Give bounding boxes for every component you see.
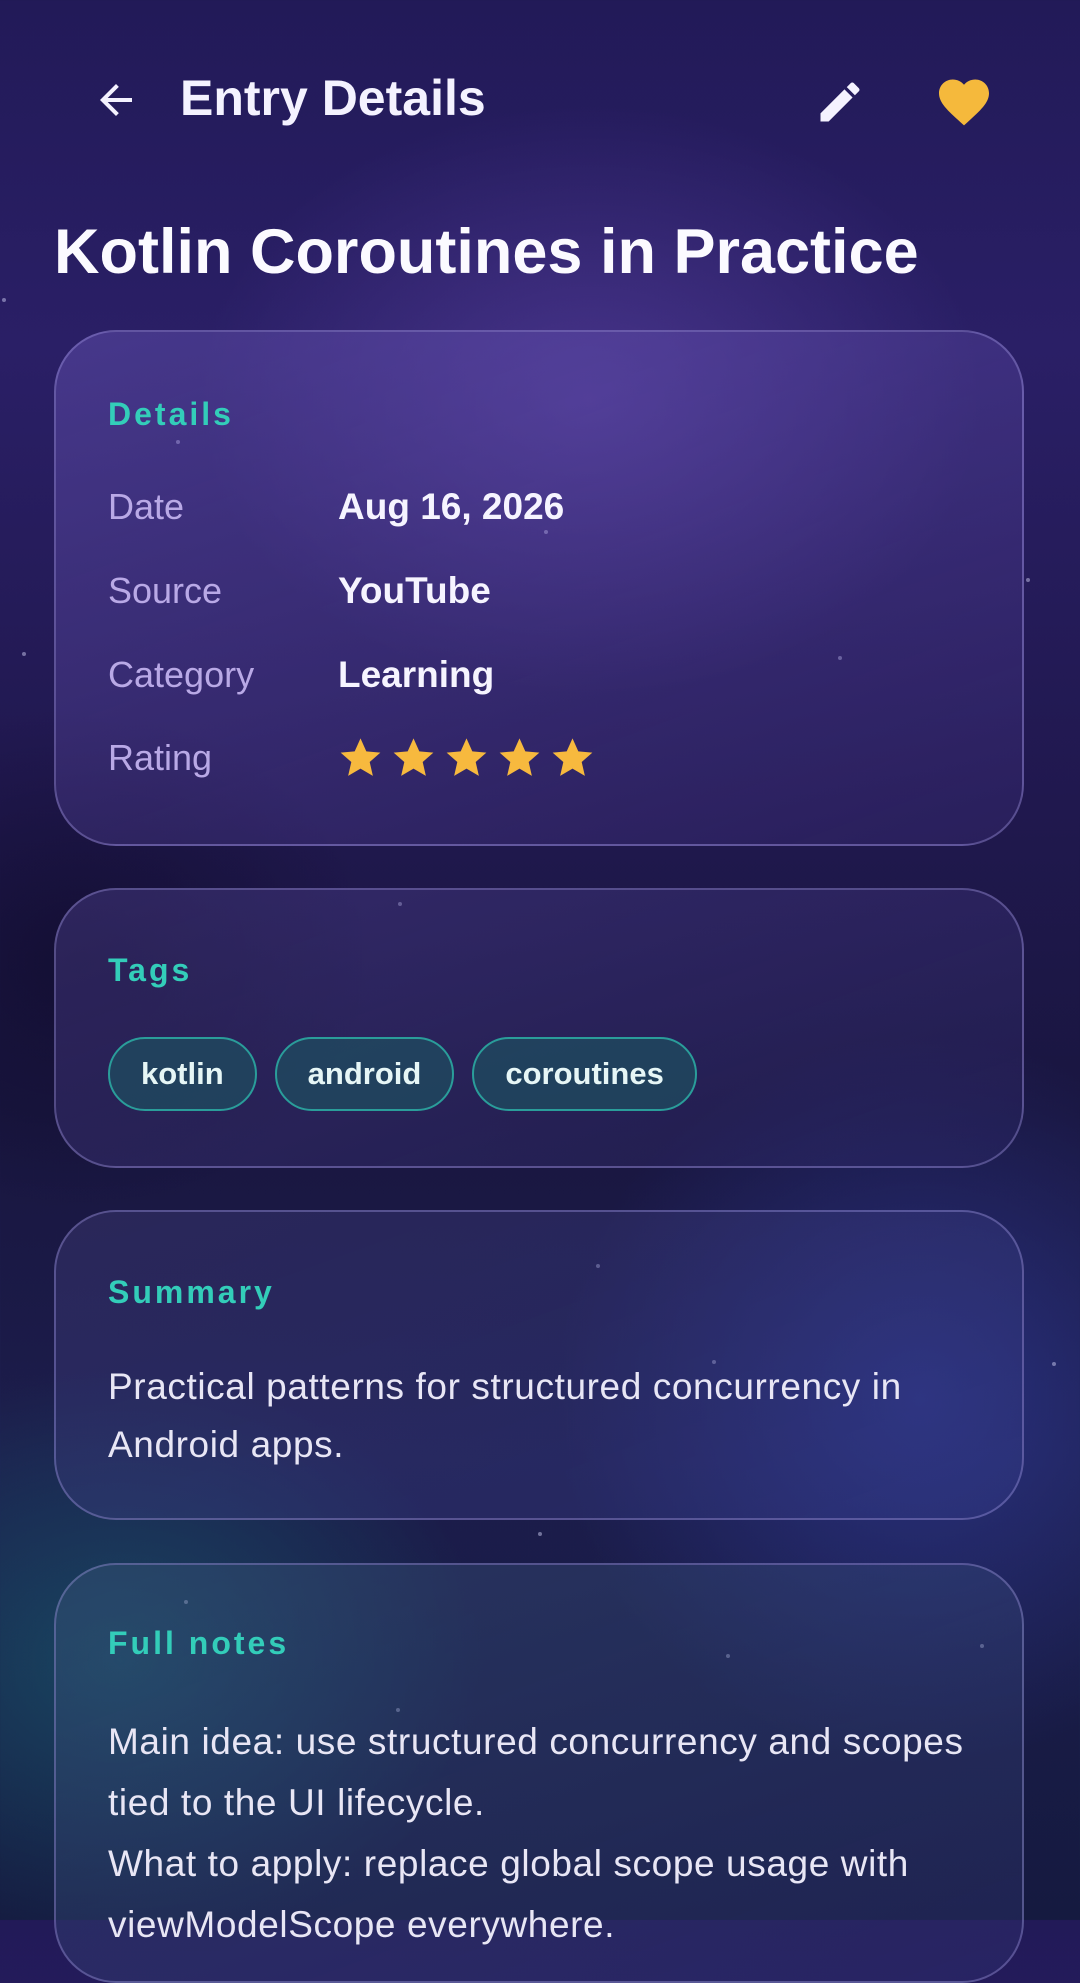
notes-line: What to apply: replace global scope usag… [108, 1843, 909, 1945]
background-star [22, 652, 26, 656]
star-icon [393, 738, 434, 776]
date-value: Aug 16, 2026 [338, 486, 565, 527]
notes-card: Full notes Main idea: use structured con… [54, 1563, 1024, 1983]
tag-chip-list: kotlin android coroutines [108, 1037, 697, 1111]
tags-card: Tags kotlin android coroutines [54, 888, 1024, 1168]
source-label: Source [108, 570, 223, 611]
star-icon [446, 738, 487, 776]
star-icon [552, 738, 593, 776]
arrow-left-icon [100, 84, 132, 116]
background-star [2, 298, 6, 302]
summary-heading: Summary [108, 1274, 275, 1310]
notes-line: Main idea: use structured concurrency an… [108, 1721, 964, 1823]
tags-heading: Tags [108, 952, 193, 988]
top-app-bar: Entry Details [0, 0, 1080, 200]
rating-stars [338, 735, 595, 780]
detail-row-date: Date Aug 16, 2026 [108, 482, 968, 532]
rating-label: Rating [108, 737, 213, 778]
heart-icon [939, 79, 989, 126]
details-heading: Details [108, 396, 234, 432]
category-label: Category [108, 654, 255, 695]
detail-row-category: Category Learning [108, 650, 968, 700]
notes-text: Main idea: use structured concurrency an… [108, 1711, 978, 1955]
app-bar-title: Entry Details [180, 70, 486, 126]
favorite-button[interactable] [934, 72, 994, 132]
star-icon [340, 738, 381, 776]
background-star [1052, 1362, 1056, 1366]
tag-chip-android[interactable]: android [274, 1037, 455, 1111]
detail-row-source: Source YouTube [108, 566, 968, 616]
tag-chip-kotlin[interactable]: kotlin [108, 1037, 257, 1111]
entry-title: Kotlin Coroutines in Practice [54, 217, 919, 287]
back-button[interactable] [88, 72, 144, 128]
tag-chip-coroutines[interactable]: coroutines [472, 1037, 697, 1111]
source-value: YouTube [338, 570, 491, 611]
notes-heading: Full notes [108, 1625, 290, 1661]
background-star [1026, 578, 1030, 582]
background-star [538, 1532, 542, 1536]
summary-text: Practical patterns for structured concur… [108, 1366, 902, 1465]
star-icon [499, 738, 540, 776]
details-card: Details Date Aug 16, 2026 Source YouTube… [54, 330, 1024, 846]
pencil-icon [820, 82, 860, 122]
date-label: Date [108, 486, 185, 527]
summary-card: Summary Practical patterns for structure… [54, 1210, 1024, 1520]
category-value: Learning [338, 654, 495, 695]
detail-row-rating: Rating [108, 733, 968, 783]
edit-button[interactable] [812, 74, 868, 130]
